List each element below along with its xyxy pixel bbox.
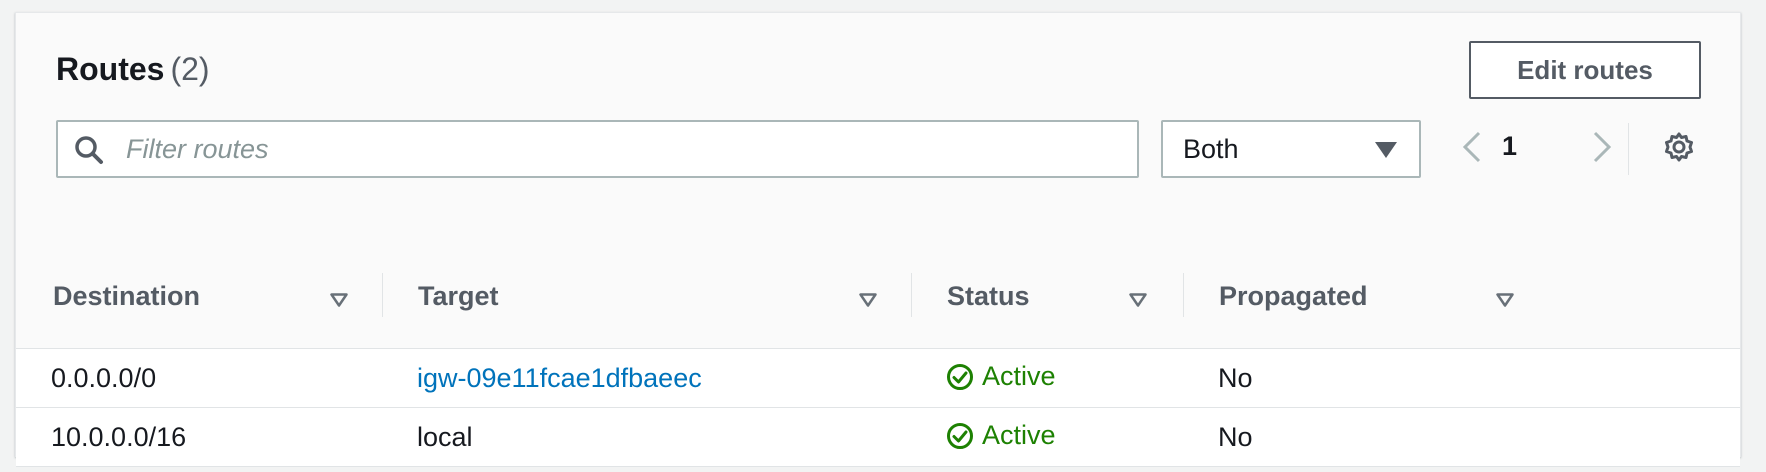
caret-down-icon bbox=[1375, 142, 1397, 163]
status-text: Active bbox=[982, 361, 1056, 391]
column-divider[interactable] bbox=[1183, 273, 1184, 317]
current-page-number[interactable]: 1 bbox=[1502, 131, 1517, 162]
edit-routes-button[interactable]: Edit routes bbox=[1469, 41, 1701, 99]
cell-propagated: No bbox=[1218, 422, 1253, 452]
page-title: Routes (2) bbox=[56, 51, 210, 88]
column-divider[interactable] bbox=[911, 273, 912, 317]
routes-panel: Routes (2) Edit routes Filter routes Both… bbox=[15, 12, 1741, 467]
table-row[interactable]: 10.0.0.0/16 local Active No bbox=[16, 408, 1740, 467]
check-circle-icon bbox=[947, 363, 973, 390]
chevron-right-icon[interactable] bbox=[1591, 131, 1613, 168]
sort-triangle-icon[interactable] bbox=[1496, 293, 1514, 312]
column-header-propagated[interactable]: Propagated bbox=[1219, 281, 1368, 312]
column-divider[interactable] bbox=[382, 273, 383, 317]
cell-propagated: No bbox=[1218, 363, 1253, 393]
cell-destination: 0.0.0.0/0 bbox=[51, 363, 157, 393]
table-header: Destination Target Status Propagated bbox=[16, 251, 1740, 349]
cell-status: Active bbox=[946, 420, 1056, 451]
filter-placeholder: Filter routes bbox=[126, 134, 269, 164]
sort-triangle-icon[interactable] bbox=[859, 293, 877, 312]
sort-triangle-icon[interactable] bbox=[1129, 293, 1147, 312]
search-icon bbox=[74, 135, 104, 170]
pager-divider bbox=[1628, 123, 1629, 175]
filter-select-value: Both bbox=[1183, 134, 1239, 164]
filter-routes-input[interactable]: Filter routes bbox=[56, 120, 1139, 178]
sort-triangle-icon[interactable] bbox=[330, 293, 348, 312]
cell-target-link[interactable]: igw-09e11fcae1dfbaeec bbox=[417, 363, 702, 394]
cell-status: Active bbox=[946, 361, 1056, 392]
check-circle-icon bbox=[947, 422, 973, 449]
column-header-destination[interactable]: Destination bbox=[53, 281, 200, 312]
title-text: Routes bbox=[56, 51, 165, 87]
cell-destination: 10.0.0.0/16 bbox=[51, 422, 187, 452]
column-header-status[interactable]: Status bbox=[947, 281, 1030, 312]
filter-select[interactable]: Both bbox=[1161, 120, 1421, 178]
route-count: (2) bbox=[170, 51, 210, 87]
gear-icon[interactable] bbox=[1663, 131, 1695, 168]
panel-header: Routes (2) Edit routes Filter routes Both… bbox=[16, 13, 1740, 252]
table-row[interactable]: 0.0.0.0/0 igw-09e11fcae1dfbaeec Active N… bbox=[16, 349, 1740, 408]
cell-target: local bbox=[417, 422, 473, 452]
chevron-left-icon[interactable] bbox=[1461, 131, 1483, 168]
column-header-target[interactable]: Target bbox=[418, 281, 499, 312]
status-text: Active bbox=[982, 420, 1056, 450]
